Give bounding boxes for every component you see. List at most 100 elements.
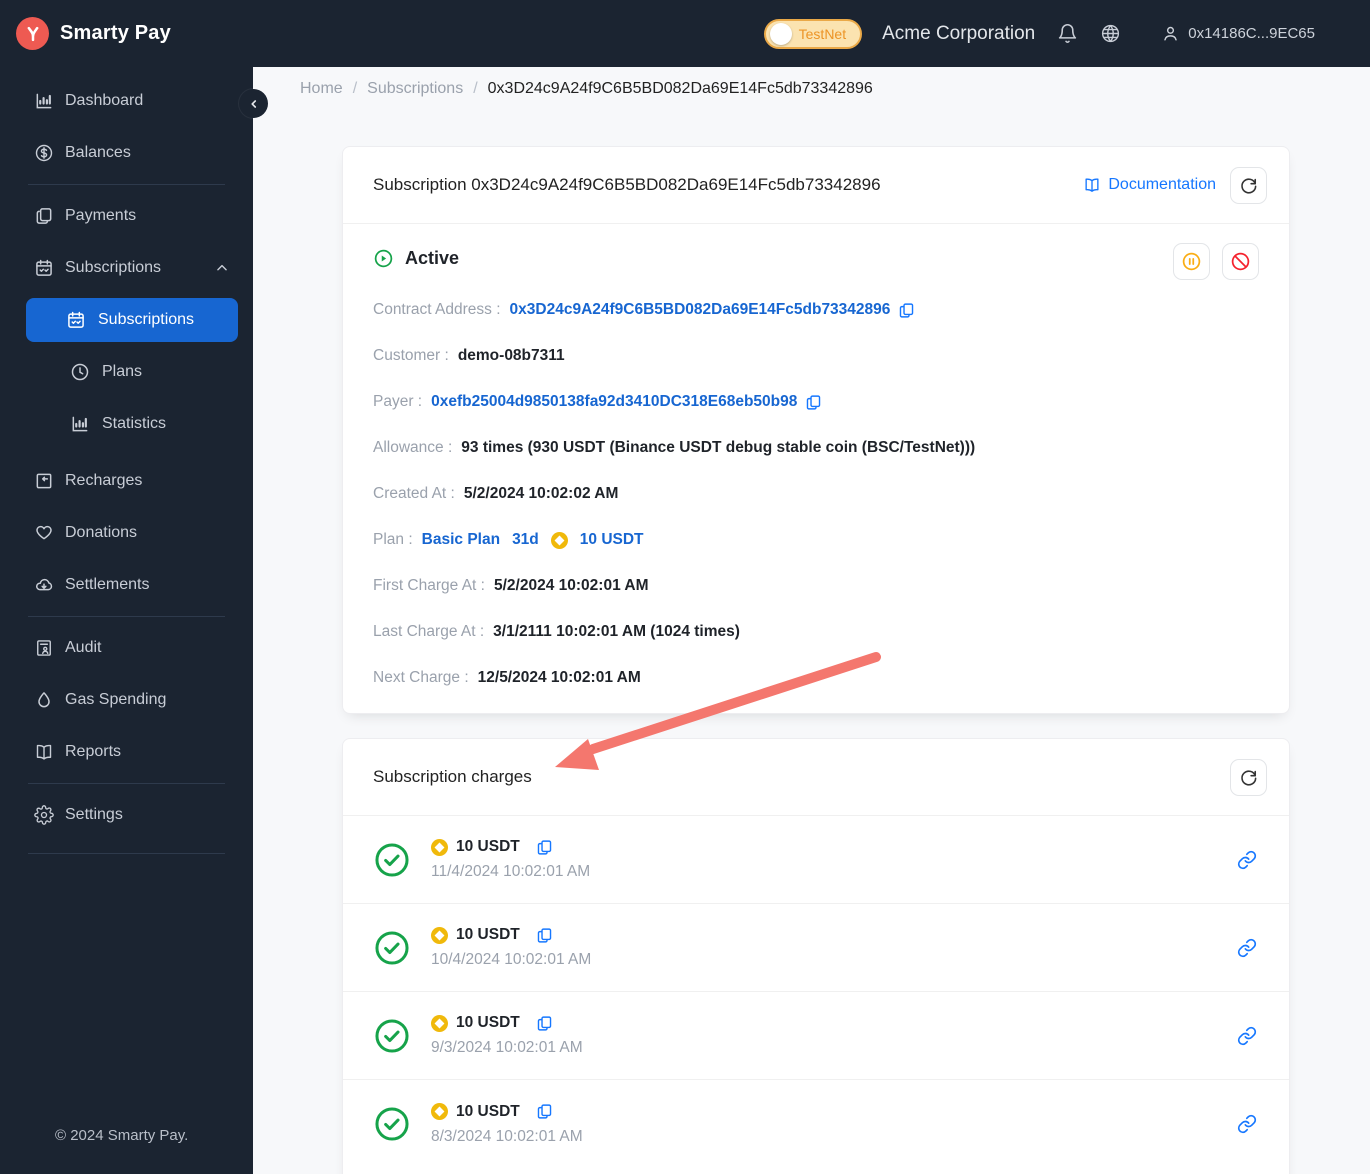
sidebar-item-settlements[interactable]: Settlements (0, 559, 253, 611)
copy-icon[interactable] (536, 927, 553, 944)
sidebar-item-dashboard[interactable]: Dashboard (0, 75, 253, 127)
sidebar-item-label: Balances (65, 144, 131, 161)
sidebar-item-label: Subscriptions (65, 259, 162, 276)
book-icon (1083, 176, 1101, 194)
transaction-link-icon[interactable] (1237, 938, 1257, 958)
sidebar-item-label: Dashboard (65, 92, 144, 109)
field-label: Contract Address (373, 301, 510, 319)
status-badge: Active (405, 248, 460, 268)
charges-list: 10 USDT 11/4/2024 10:02:01 AM 10 USDT 10… (343, 816, 1289, 1168)
charge-row: 10 USDT 9/3/2024 10:02:01 AM (343, 992, 1289, 1080)
breadcrumb-subscriptions[interactable]: Subscriptions (367, 80, 463, 98)
usdt-coin-icon (431, 838, 448, 856)
plans-clock-icon (70, 362, 90, 382)
breadcrumb-current: 0x3D24c9A24f9C6B5BD082Da69E14Fc5db733428… (487, 80, 873, 97)
notifications-bell-icon[interactable] (1057, 23, 1078, 44)
ban-icon (1230, 251, 1251, 272)
contract-address-link[interactable]: 0x3D24c9A24f9C6B5BD082Da69E14Fc5db733428… (510, 301, 891, 319)
sidebar-subitem-plans[interactable]: Plans (0, 346, 253, 398)
transaction-link-icon[interactable] (1237, 1026, 1257, 1046)
charge-row: 10 USDT 10/4/2024 10:02:01 AM (343, 904, 1289, 992)
brand-name: Smarty Pay (60, 22, 171, 44)
documentation-link[interactable]: Documentation (1083, 176, 1216, 194)
charge-date: 8/3/2024 10:02:01 AM (431, 1127, 583, 1145)
field-label: Payer (373, 393, 431, 411)
sidebar-subitem-subscriptions-selected[interactable]: Subscriptions (26, 298, 238, 342)
sidebar-item-label: Recharges (65, 472, 143, 489)
copy-icon[interactable] (536, 1015, 553, 1032)
refresh-button[interactable] (1230, 166, 1267, 204)
wallet-account[interactable]: 0x14186C...9EC65 (1161, 24, 1315, 43)
plan-name-link[interactable]: Basic Plan (422, 531, 500, 549)
subscriptions-calendar-icon (34, 258, 54, 278)
gas-drop-icon (34, 690, 54, 710)
sidebar-item-payments[interactable]: Payments (0, 190, 253, 242)
sidebar-subitem-label: Subscriptions (98, 311, 195, 328)
language-globe-icon[interactable] (1100, 23, 1121, 44)
main-content: Home / Subscriptions / 0x3D24c9A24f9C6B5… (253, 67, 1370, 1174)
charge-amount: 10 USDT (456, 1102, 520, 1120)
transaction-link-icon[interactable] (1237, 1114, 1257, 1134)
sidebar-item-balances[interactable]: Balances (0, 127, 253, 179)
usdt-coin-icon (431, 926, 448, 944)
copy-icon[interactable] (898, 302, 915, 319)
documentation-label: Documentation (1108, 176, 1216, 193)
payer-address-link[interactable]: 0xefb25004d9850138fa92d3410DC318E68eb50b… (431, 393, 797, 411)
sidebar-item-donations[interactable]: Donations (0, 507, 253, 559)
next-charge-value: 12/5/2024 10:02:01 AM (477, 669, 641, 686)
payments-icon (34, 206, 54, 226)
breadcrumb-home[interactable]: Home (300, 80, 343, 98)
user-icon (1161, 24, 1180, 43)
sidebar-divider (28, 853, 225, 854)
donations-heart-icon (34, 523, 54, 543)
breadcrumb-separator: / (352, 80, 358, 97)
refresh-charges-button[interactable] (1230, 758, 1267, 796)
charge-row: 10 USDT 11/4/2024 10:02:01 AM (343, 816, 1289, 904)
detail-row-last-charge: Last Charge At 3/1/2111 10:02:01 AM (102… (373, 622, 1259, 642)
recharges-icon (34, 471, 54, 491)
created-at-value: 5/2/2024 10:02:02 AM (463, 485, 619, 502)
wallet-address: 0x14186C...9EC65 (1188, 25, 1315, 42)
charge-date: 11/4/2024 10:02:01 AM (431, 863, 591, 880)
sidebar-item-label: Audit (65, 639, 102, 656)
usdt-coin-icon (431, 1014, 448, 1032)
sidebar-item-subscriptions[interactable]: Subscriptions (0, 242, 253, 294)
transaction-link-icon[interactable] (1237, 850, 1257, 870)
cancel-subscription-button[interactable] (1222, 243, 1259, 280)
statistics-chart-icon (70, 414, 90, 434)
plan-period: 31d (512, 531, 539, 548)
subscription-charges-card: Subscription charges 10 USDT 11/4/2024 1… (342, 738, 1290, 1174)
detail-row-created: Created At 5/2/2024 10:02:02 AM (373, 484, 1259, 504)
balances-dollar-icon (34, 143, 54, 163)
sidebar-item-audit[interactable]: Audit (0, 622, 253, 674)
charge-date: 9/3/2024 10:02:01 AM (431, 1039, 583, 1056)
usdt-coin-icon (550, 531, 568, 549)
subscription-detail-card: Subscription 0x3D24c9A24f9C6B5BD082Da69E… (342, 146, 1290, 714)
pause-subscription-button[interactable] (1173, 243, 1210, 280)
copy-icon[interactable] (536, 839, 553, 856)
sidebar-item-label: Reports (65, 743, 122, 760)
usdt-coin-icon (431, 1103, 448, 1120)
first-charge-value: 5/2/2024 10:02:01 AM (494, 577, 649, 594)
sidebar-item-reports[interactable]: Reports (0, 726, 253, 778)
testnet-toggle[interactable]: TestNet (763, 18, 863, 49)
copy-icon[interactable] (536, 1103, 553, 1120)
dashboard-chart-icon (34, 91, 54, 111)
sidebar-item-recharges[interactable]: Recharges (0, 455, 253, 507)
charge-amount: 10 USDT (456, 838, 520, 855)
copy-icon[interactable] (805, 394, 822, 411)
brand[interactable]: Smarty Pay (0, 17, 253, 50)
charge-row: 10 USDT 8/3/2024 10:02:01 AM (343, 1080, 1289, 1168)
settings-gear-icon (34, 805, 54, 825)
sidebar-item-gas-spending[interactable]: Gas Spending (0, 674, 253, 726)
sidebar-subitem-label: Plans (102, 363, 143, 380)
sidebar-subitem-statistics[interactable]: Statistics (0, 398, 253, 450)
refresh-icon (1239, 176, 1258, 195)
top-bar: Smarty Pay TestNet Acme Corporation 0x14… (0, 0, 1370, 67)
sidebar-item-settings[interactable]: Settings (0, 789, 253, 841)
charge-date: 10/4/2024 10:02:01 AM (431, 951, 592, 968)
field-label: Created At (373, 485, 464, 503)
sidebar-collapse-button[interactable] (239, 89, 268, 118)
field-label: Plan (373, 531, 422, 549)
sidebar-item-label: Gas Spending (65, 691, 167, 708)
